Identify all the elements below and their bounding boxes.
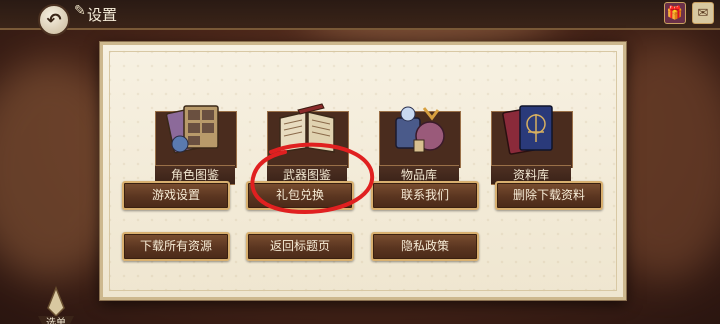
privacy-policy-button[interactable]: 隐私政策 bbox=[371, 232, 479, 261]
category-card-weapon[interactable]: 武器图鉴 bbox=[267, 93, 349, 197]
top-bar: ↶ ✎ 设置 🎁 ✉ bbox=[0, 0, 720, 36]
gift-redeem-button[interactable]: 礼包兑换 bbox=[246, 181, 354, 210]
download-all-resources-button[interactable]: 下载所有资源 bbox=[122, 232, 230, 261]
settings-panel: 角色图鉴 武器图鉴 物品库 bbox=[99, 41, 627, 301]
item-bag-icon bbox=[379, 93, 459, 165]
category-card-archive[interactable]: 资料库 bbox=[491, 93, 573, 197]
card-archive-icon bbox=[491, 93, 571, 165]
return-title-button[interactable]: 返回标题页 bbox=[246, 232, 354, 261]
game-settings-button[interactable]: 游戏设置 bbox=[122, 181, 230, 210]
delete-download-data-button[interactable]: 删除下载资料 bbox=[495, 181, 603, 210]
page-title: 设置 bbox=[87, 6, 118, 24]
quill-icon: ✎ bbox=[74, 3, 86, 19]
gift-present-icon[interactable]: 🎁 bbox=[664, 2, 686, 24]
back-arrow-icon: ↶ bbox=[46, 9, 62, 31]
scroll-icon[interactable]: ✉ bbox=[692, 2, 714, 24]
category-card-items[interactable]: 物品库 bbox=[379, 93, 461, 197]
character-album-icon bbox=[155, 93, 235, 165]
category-card-character[interactable]: 角色图鉴 bbox=[155, 93, 237, 197]
contact-us-button[interactable]: 联系我们 bbox=[371, 181, 479, 210]
menu-label: 选单 bbox=[46, 318, 66, 324]
weapon-book-icon bbox=[267, 93, 347, 165]
back-button[interactable]: ↶ bbox=[38, 4, 70, 36]
